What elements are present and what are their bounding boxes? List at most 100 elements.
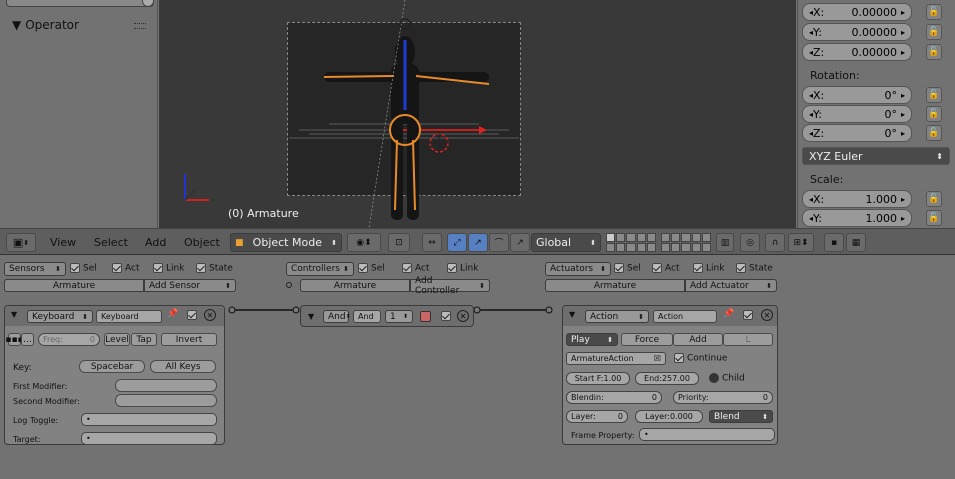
pulse-false-toggle[interactable]: … <box>21 333 34 346</box>
actuator-pin-icon[interactable]: 📌 <box>723 309 734 319</box>
increment-arrow-icon[interactable]: ▸ <box>901 48 905 57</box>
blendin-field[interactable]: Blendin: 0 <box>566 391 662 404</box>
layer-buttons-a[interactable] <box>606 233 656 252</box>
proportional-edit-button[interactable]: ◎ <box>740 233 760 252</box>
blend-mode-select[interactable]: Blend ⬍ <box>709 410 773 423</box>
layer-cell[interactable] <box>606 243 616 252</box>
controller-type-select[interactable]: And ⬍ <box>323 310 351 323</box>
rotation-z-field[interactable]: ◂ Z: 0° ▸ <box>802 124 912 142</box>
location-x-field[interactable]: ◂ X: 0.00000 ▸ <box>802 3 912 21</box>
tap-toggle[interactable]: Tap <box>131 333 157 346</box>
rotation-x-field[interactable]: ◂ X: 0° ▸ <box>802 86 912 104</box>
lock-icon[interactable]: 🔓 <box>926 4 942 20</box>
sensor-active-check[interactable] <box>187 310 200 321</box>
sensor-collapse-icon[interactable]: ▼ <box>11 310 17 319</box>
layer-cell[interactable] <box>616 243 626 252</box>
layer-cell[interactable] <box>701 233 711 242</box>
manipulator-toggle[interactable]: ⇔ <box>422 233 442 252</box>
first-modifier-field[interactable] <box>115 379 217 392</box>
increment-arrow-icon[interactable]: ▸ <box>901 110 905 119</box>
controller-delete-icon[interactable]: ✕ <box>457 310 469 322</box>
layer-cell[interactable] <box>616 233 626 242</box>
lock-icon[interactable]: 🔓 <box>926 106 942 122</box>
layer-field[interactable]: Layer: 0 <box>566 410 628 423</box>
layer-cell[interactable] <box>636 243 646 252</box>
snap-toggle-button[interactable]: ∩ <box>765 233 785 252</box>
layer-cell[interactable] <box>681 243 691 252</box>
increment-arrow-icon[interactable]: ▸ <box>901 8 905 17</box>
child-toggle[interactable]: Child <box>709 373 745 384</box>
layer-cell[interactable] <box>691 233 701 242</box>
actuator-delete-icon[interactable]: ✕ <box>761 309 773 321</box>
layer-buttons-b[interactable] <box>661 233 711 252</box>
menu-object[interactable]: Object <box>184 236 220 249</box>
rotate-manipulator[interactable]: ↗ <box>468 233 488 252</box>
transform-orientation-button[interactable]: ↗ <box>510 233 530 252</box>
layer-cell[interactable] <box>606 233 616 242</box>
second-modifier-field[interactable] <box>115 394 217 407</box>
actuator-collapse-icon[interactable]: ▼ <box>569 310 575 319</box>
layer-cell[interactable] <box>636 233 646 242</box>
increment-arrow-icon[interactable]: ▸ <box>901 129 905 138</box>
shelf-scroll-slider[interactable] <box>6 0 154 7</box>
layer-cell[interactable] <box>661 243 671 252</box>
location-z-field[interactable]: ◂ Z: 0.00000 ▸ <box>802 43 912 61</box>
freq-field[interactable]: Freq: 0 <box>38 333 100 346</box>
level-toggle[interactable]: Level <box>104 333 130 346</box>
orientation-select[interactable]: Global ⬍ <box>531 233 601 252</box>
play-mode-select[interactable]: Play ⬍ <box>566 333 618 346</box>
continue-toggle[interactable]: Continue <box>674 353 727 364</box>
sensor-name-field[interactable]: Keyboard <box>96 310 162 323</box>
frame-property-field[interactable]: • <box>639 428 775 441</box>
controller-collapse-icon[interactable]: ▼ <box>308 312 314 321</box>
increment-arrow-icon[interactable]: ▸ <box>901 28 905 37</box>
layer-cell[interactable] <box>626 233 636 242</box>
lock-icon[interactable]: 🔓 <box>926 125 942 141</box>
actuator-name-field[interactable]: Action <box>653 310 717 323</box>
layer-cell[interactable] <box>646 233 656 242</box>
render-animation-icon[interactable]: ▦ <box>846 233 866 252</box>
sensor-type-select[interactable]: Keyboard ⬍ <box>27 310 93 323</box>
lock-icon[interactable]: 🔓 <box>926 44 942 60</box>
menu-view[interactable]: View <box>50 236 76 249</box>
lock-icon[interactable]: 🔓 <box>926 191 942 207</box>
controller-priority-icon[interactable] <box>420 311 431 322</box>
layer-cell[interactable] <box>646 243 656 252</box>
snap-element-button[interactable]: ⊞⬍ <box>788 233 814 252</box>
controller-state-select[interactable]: 1 ⬍ <box>385 310 413 323</box>
location-y-field[interactable]: ◂ Y: 0.00000 ▸ <box>802 23 912 41</box>
layer-cell[interactable] <box>661 233 671 242</box>
drag-handle-icon[interactable] <box>134 23 146 29</box>
increment-arrow-icon[interactable]: ▸ <box>901 214 905 223</box>
translate-manipulator[interactable]: ⤢ <box>447 233 467 252</box>
menu-select[interactable]: Select <box>94 236 128 249</box>
controller-active-check[interactable] <box>441 311 454 322</box>
render-camera-icon[interactable]: ▪ <box>824 233 844 252</box>
end-frame-field[interactable]: End:257.00 <box>635 372 699 385</box>
rotation-mode-select[interactable]: XYZ Euler ⬍ <box>802 147 950 165</box>
rotation-y-field[interactable]: ◂ Y: 0° ▸ <box>802 105 912 123</box>
action-name-field[interactable]: ArmatureAction ☒ <box>566 352 666 365</box>
log-toggle-field[interactable]: • <box>81 413 217 426</box>
key-select-button[interactable]: Spacebar <box>79 360 145 373</box>
lock-layers-button[interactable]: ▥ <box>716 233 734 252</box>
3d-viewport[interactable]: (0) Armature <box>159 0 796 228</box>
lock-icon[interactable]: 🔓 <box>926 24 942 40</box>
lock-icon[interactable]: 🔓 <box>926 87 942 103</box>
all-keys-toggle[interactable]: All Keys <box>150 360 216 373</box>
editor-type-button[interactable]: ▣ ⬍ <box>6 233 36 252</box>
actuator-type-select[interactable]: Action ⬍ <box>585 310 649 323</box>
start-frame-field[interactable]: Start F:1.00 <box>566 372 630 385</box>
priority-field[interactable]: Priority: 0 <box>673 391 773 404</box>
layer-cell[interactable] <box>671 243 681 252</box>
operator-header[interactable]: ▼ Operator <box>12 18 79 32</box>
force-toggle[interactable]: Force <box>621 333 673 346</box>
actuator-active-check[interactable] <box>743 310 756 321</box>
pivot-point-button[interactable]: ⊡ <box>388 233 410 252</box>
scale-manipulator[interactable]: ⌒ <box>489 233 509 252</box>
mode-select[interactable]: ■ Object Mode ⬍ <box>230 233 342 252</box>
layer-cell[interactable] <box>681 233 691 242</box>
layer-cell[interactable] <box>671 233 681 242</box>
target-field[interactable]: • <box>81 432 217 445</box>
scale-x-field[interactable]: ◂ X: 1.000 ▸ <box>802 190 912 208</box>
